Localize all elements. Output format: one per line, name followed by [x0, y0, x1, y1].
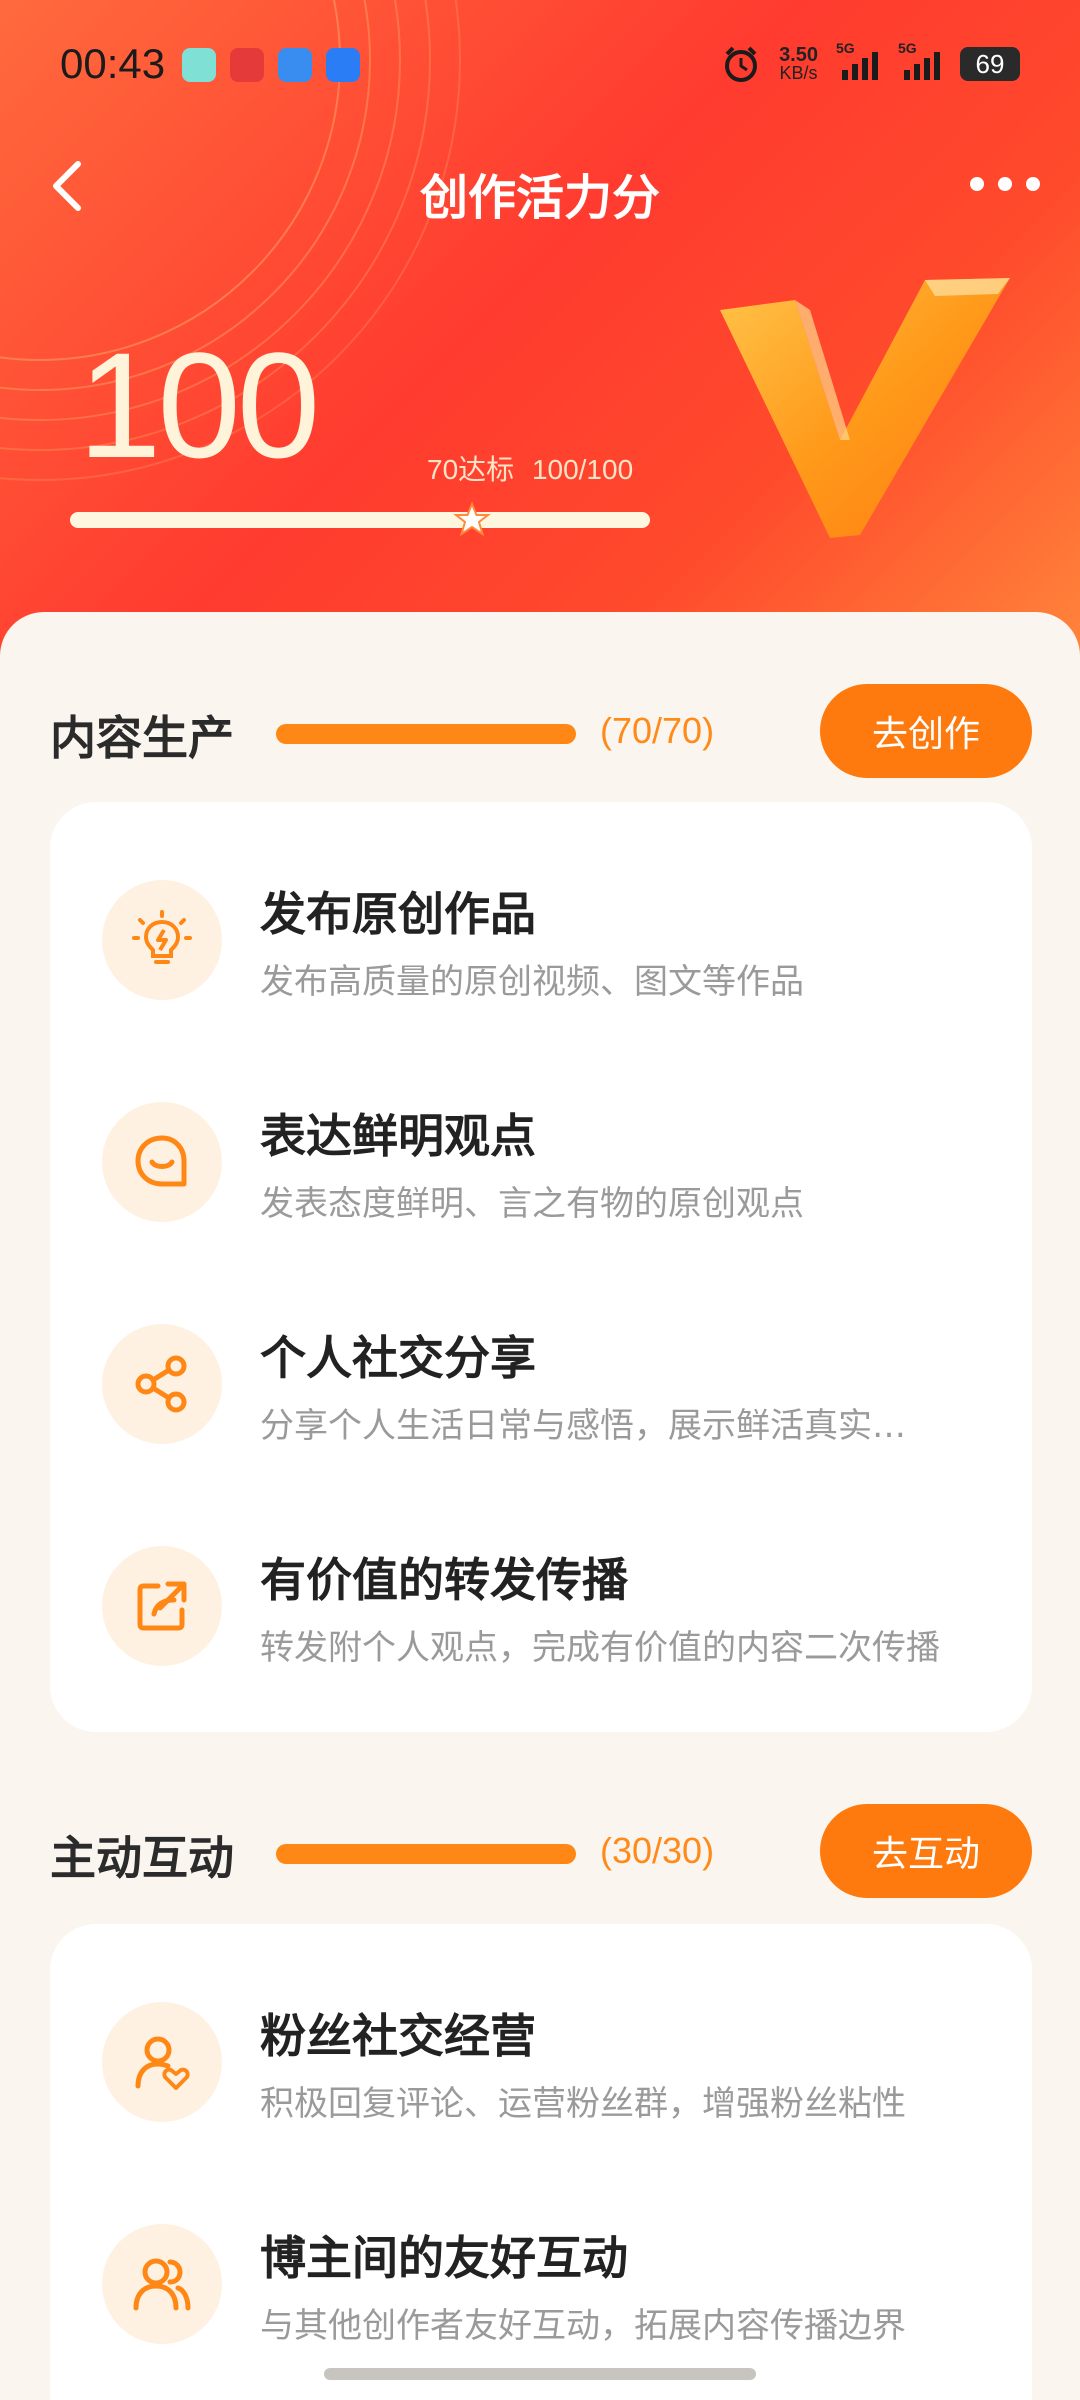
list-item[interactable]: 发布原创作品 发布高质量的原创视频、图文等作品	[50, 850, 1032, 1050]
score-progress-text: 70达标 100/100	[427, 448, 633, 488]
dot	[970, 177, 984, 191]
section-progress-bar	[276, 724, 576, 744]
app-icon	[230, 48, 264, 82]
section-title: 主动互动	[50, 1831, 234, 1885]
section-title: 内容生产	[50, 711, 234, 765]
battery-indicator: 69	[960, 47, 1020, 81]
list-item[interactable]: 博主间的友好互动 与其他创作者友好互动，拓展内容传播边界	[50, 2194, 1032, 2394]
score-progress-bar	[70, 512, 650, 528]
lightbulb-icon	[102, 880, 222, 1000]
item-title: 有价值的转发传播	[260, 1553, 628, 1607]
section-count: (70/70)	[600, 710, 715, 751]
home-indicator[interactable]	[324, 2368, 756, 2380]
item-title: 表达鲜明观点	[260, 1109, 536, 1163]
standard-label: 70达标	[427, 454, 515, 485]
user-heart-icon	[102, 2002, 222, 2122]
status-bar: 00:43 3.50 KB/s 5G 5G 69	[0, 0, 1080, 130]
item-description: 与其他创作者友好互动，拓展内容传播边界	[260, 2306, 906, 2346]
more-options-icon[interactable]	[970, 174, 1040, 194]
content-sheet: 内容生产 (70/70) 去创作 发布原创作品 发布高质量的原创视频、图文等作品	[0, 612, 1080, 2400]
go-create-button[interactable]: 去创作	[820, 684, 1032, 778]
item-description: 发布高质量的原创视频、图文等作品	[260, 962, 804, 1002]
dot	[1026, 177, 1040, 191]
item-description: 分享个人生活日常与感悟，展示鲜活真实…	[260, 1406, 906, 1446]
task-card-production: 发布原创作品 发布高质量的原创视频、图文等作品 表达鲜明观点 发表态度鲜明、言之…	[50, 802, 1032, 1732]
app-icon	[326, 48, 360, 82]
forward-icon	[102, 1546, 222, 1666]
item-title: 个人社交分享	[260, 1331, 536, 1385]
dot	[998, 177, 1012, 191]
v-badge-logo	[720, 278, 1010, 538]
signal-2-label: 5G	[898, 39, 917, 56]
section-count: (30/30)	[600, 1830, 715, 1871]
header-banner: 00:43 3.50 KB/s 5G 5G 69 创作活力分 100 70达标 …	[0, 0, 1080, 700]
item-description: 转发附个人观点，完成有价值的内容二次传播	[260, 1628, 940, 1668]
list-item[interactable]: 有价值的转发传播 转发附个人观点，完成有价值的内容二次传播	[50, 1516, 1032, 1716]
task-card-interaction: 粉丝社交经营 积极回复评论、运营粉丝群，增强粉丝粘性 博主间的友好互动 与其他创…	[50, 1924, 1032, 2400]
signal-2: 5G	[898, 40, 942, 83]
list-item[interactable]: 粉丝社交经营 积极回复评论、运营粉丝群，增强粉丝粘性	[50, 1972, 1032, 2172]
page-title: 创作活力分	[419, 170, 660, 226]
vitality-score: 100	[78, 321, 320, 489]
share-icon	[102, 1324, 222, 1444]
signal-1-label: 5G	[836, 39, 855, 56]
section-active-interaction: 主动互动 (30/30) 去互动	[0, 1798, 1080, 1898]
section-content-production: 内容生产 (70/70) 去创作	[0, 678, 1080, 778]
chat-smile-icon	[102, 1102, 222, 1222]
net-speed-value: 3.50	[779, 44, 818, 66]
threshold-star-icon	[453, 501, 491, 537]
app-icon	[278, 48, 312, 82]
item-description: 发表态度鲜明、言之有物的原创观点	[260, 1184, 804, 1224]
list-item[interactable]: 个人社交分享 分享个人生活日常与感悟，展示鲜活真实…	[50, 1294, 1032, 1494]
notification-icons	[182, 48, 360, 82]
section-progress-bar	[276, 1844, 576, 1864]
item-title: 博主间的友好互动	[260, 2231, 628, 2285]
item-description: 积极回复评论、运营粉丝群，增强粉丝粘性	[260, 2084, 906, 2124]
list-item[interactable]: 表达鲜明观点 发表态度鲜明、言之有物的原创观点	[50, 1072, 1032, 1272]
nav-bar: 创作活力分	[0, 140, 1080, 240]
go-interact-button[interactable]: 去互动	[820, 1804, 1032, 1898]
item-title: 粉丝社交经营	[260, 2009, 536, 2063]
net-speed-unit: KB/s	[779, 63, 818, 83]
alarm-icon	[725, 46, 758, 82]
system-indicators: 3.50 KB/s 5G 5G 69	[721, 40, 1020, 84]
signal-1: 5G	[836, 40, 880, 83]
status-time: 00:43	[60, 40, 166, 87]
item-title: 发布原创作品	[260, 887, 536, 941]
app-icon	[182, 48, 216, 82]
users-icon	[102, 2224, 222, 2344]
score-fraction: 100/100	[531, 454, 634, 485]
net-speed: 3.50 KB/s	[779, 44, 818, 83]
